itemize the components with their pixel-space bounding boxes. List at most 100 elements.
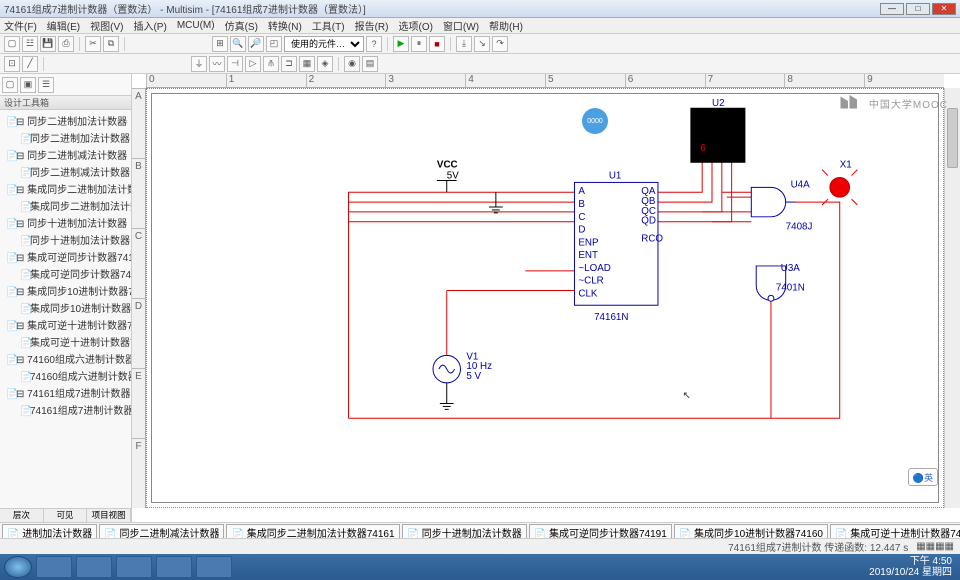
- zoom-out-icon[interactable]: 🔎: [248, 36, 264, 52]
- ic-icon[interactable]: ▦: [299, 56, 315, 72]
- tree-item[interactable]: 📄同步二进制减法计数器: [2, 163, 129, 180]
- wire-icon[interactable]: ╱: [22, 56, 38, 72]
- menu-item[interactable]: 帮助(H): [489, 18, 523, 33]
- tree-item[interactable]: 📄⊟ 74160组成六进制计数器（清零法）: [2, 350, 129, 367]
- schematic-canvas[interactable]: VCC 5V U1 74161N ABCDENPENT~LOAD~CLRCLKQ…: [146, 88, 944, 508]
- cut-icon[interactable]: ✂: [85, 36, 101, 52]
- side-tab[interactable]: 可见: [44, 509, 88, 522]
- menu-item[interactable]: 插入(P): [133, 18, 166, 33]
- tree-item[interactable]: 📄集成可逆同步计数器74191: [2, 265, 129, 282]
- probe-icon[interactable]: ◉: [344, 56, 360, 72]
- svg-text:B: B: [578, 199, 585, 210]
- new-icon[interactable]: ▢: [4, 36, 20, 52]
- tree-item[interactable]: 📄74161组成7进制计数器（置数法）: [2, 401, 129, 418]
- menu-item[interactable]: 编辑(E): [47, 18, 80, 33]
- zoom-area-icon[interactable]: ◰: [266, 36, 282, 52]
- tree-item[interactable]: 📄⊟ 集成同步10进制计数器74160: [2, 282, 129, 299]
- menu-item[interactable]: 窗口(W): [443, 18, 479, 33]
- doc-tab[interactable]: 📄 进制加法计数器: [2, 524, 97, 538]
- step-into-icon[interactable]: ↘: [474, 36, 490, 52]
- u3-ref: U3A: [781, 263, 801, 274]
- transistor-icon[interactable]: ⫚: [263, 56, 279, 72]
- tree-item[interactable]: 📄集成同步10进制计数器74160: [2, 299, 129, 316]
- ime-badge[interactable]: 🔵英: [908, 468, 938, 486]
- tree-item[interactable]: 📄⊟ 集成同步二进制加法计数器74161: [2, 180, 129, 197]
- pin-rco: RCO: [641, 233, 663, 244]
- source-icon[interactable]: ⏚: [191, 56, 207, 72]
- tree-item[interactable]: 📄74160组成六进制计数器（清零法）: [2, 367, 129, 384]
- menu-item[interactable]: 仿真(S): [225, 18, 258, 33]
- print-icon[interactable]: ⎙: [58, 36, 74, 52]
- cursor-icon: ↖: [683, 391, 691, 402]
- minimize-button[interactable]: —: [880, 3, 904, 15]
- diode-icon[interactable]: ▷: [245, 56, 261, 72]
- zoom-in-icon[interactable]: 🔍: [230, 36, 246, 52]
- menu-item[interactable]: 报告(R): [355, 18, 389, 33]
- zoom-fit-icon[interactable]: ⊞: [212, 36, 228, 52]
- tree-item[interactable]: 📄⊟ 集成可逆同步计数器74191: [2, 248, 129, 265]
- menu-item[interactable]: 选项(O): [398, 18, 432, 33]
- system-tray[interactable]: 下午 4:502019/10/24 星期四: [869, 556, 956, 578]
- doc-tab[interactable]: 📄 集成可逆十进制计数器74190: [830, 524, 960, 538]
- misc-icon[interactable]: ◈: [317, 56, 333, 72]
- tree-item[interactable]: 📄⊟ 同步十进制加法计数器: [2, 214, 129, 231]
- maximize-button[interactable]: □: [906, 3, 930, 15]
- tree-item[interactable]: 📄⊟ 集成可逆十进制计数器74190: [2, 316, 129, 333]
- doc-tab[interactable]: 📄 同步十进制加法计数器: [402, 524, 527, 538]
- run-icon[interactable]: ▶: [393, 36, 409, 52]
- step-over-icon[interactable]: ↷: [492, 36, 508, 52]
- component-icon[interactable]: ⊡: [4, 56, 20, 72]
- scope-icon[interactable]: ▤: [362, 56, 378, 72]
- svg-text:QD: QD: [641, 216, 656, 227]
- side-tab[interactable]: 层次: [0, 509, 44, 522]
- open-icon[interactable]: ☳: [22, 36, 38, 52]
- capacitor-icon[interactable]: ⊣: [227, 56, 243, 72]
- doc-tab[interactable]: 📄 集成同步10进制计数器74160: [674, 524, 828, 538]
- menu-item[interactable]: 视图(V): [90, 18, 123, 33]
- start-button[interactable]: [4, 556, 32, 578]
- menu-item[interactable]: 文件(F): [4, 18, 37, 33]
- task-item[interactable]: [156, 556, 192, 578]
- side-tab[interactable]: 项目视图: [87, 509, 131, 522]
- task-item[interactable]: [196, 556, 232, 578]
- floating-badge[interactable]: 0000: [582, 108, 608, 134]
- vcc-label: VCC: [437, 160, 458, 171]
- pause-icon[interactable]: ⏸: [411, 36, 427, 52]
- tree-item[interactable]: 📄同步十进制加法计数器: [2, 231, 129, 248]
- window-title: 74161组成7进制计数器（置数法） - Multisim - [74161组成…: [4, 1, 880, 16]
- svg-text:ENP: ENP: [578, 237, 599, 248]
- sidebar: ▢ ▣ ☰ 设计工具箱 📄⊟ 同步二进制加法计数器📄同步二进制加法计数器📄⊟ 同…: [0, 74, 132, 522]
- close-button[interactable]: ✕: [932, 3, 956, 15]
- design-tree[interactable]: 📄⊟ 同步二进制加法计数器📄同步二进制加法计数器📄⊟ 同步二进制减法计数器📄同步…: [0, 110, 131, 508]
- doc-tab[interactable]: 📄 集成可逆同步计数器74191: [529, 524, 672, 538]
- side-btn-3[interactable]: ☰: [38, 77, 54, 93]
- canvas-area: 0123456789 ABCDEF: [132, 74, 960, 522]
- resistor-icon[interactable]: 〰: [209, 56, 225, 72]
- doc-tab[interactable]: 📄 集成同步二进制加法计数器74161: [226, 524, 399, 538]
- tree-item[interactable]: 📄⊟ 同步二进制加法计数器: [2, 112, 129, 129]
- tree-item[interactable]: 📄集成同步二进制加法计数器74161: [2, 197, 129, 214]
- save-icon[interactable]: 💾: [40, 36, 56, 52]
- side-btn-1[interactable]: ▢: [2, 77, 18, 93]
- menu-item[interactable]: 工具(T): [312, 18, 345, 33]
- tree-item[interactable]: 📄⊟ 74161组成7进制计数器（置数法）: [2, 384, 129, 401]
- menu-item[interactable]: 转换(N): [268, 18, 302, 33]
- task-item[interactable]: [76, 556, 112, 578]
- doc-tab[interactable]: 📄 同步二进制减法计数器: [99, 524, 224, 538]
- tree-item[interactable]: 📄同步二进制加法计数器: [2, 129, 129, 146]
- side-btn-2[interactable]: ▣: [20, 77, 36, 93]
- tree-item[interactable]: 📄集成可逆十进制计数器74190: [2, 333, 129, 350]
- u4-part: 7408J: [786, 222, 813, 233]
- step-icon[interactable]: ⤓: [456, 36, 472, 52]
- task-item[interactable]: [36, 556, 72, 578]
- copy-icon[interactable]: ⧉: [103, 36, 119, 52]
- toolbar-2: ⊡ ╱ ⏚ 〰 ⊣ ▷ ⫚ ⊐ ▦ ◈ ◉ ▤: [0, 54, 960, 74]
- menu-item[interactable]: MCU(M): [177, 20, 215, 31]
- task-item[interactable]: [116, 556, 152, 578]
- stop-icon[interactable]: ■: [429, 36, 445, 52]
- used-components-combo[interactable]: 使用的元件…: [284, 36, 364, 52]
- gate-icon[interactable]: ⊐: [281, 56, 297, 72]
- help-icon[interactable]: ?: [366, 36, 382, 52]
- tree-item[interactable]: 📄⊟ 同步二进制减法计数器: [2, 146, 129, 163]
- vertical-scrollbar[interactable]: [944, 88, 960, 508]
